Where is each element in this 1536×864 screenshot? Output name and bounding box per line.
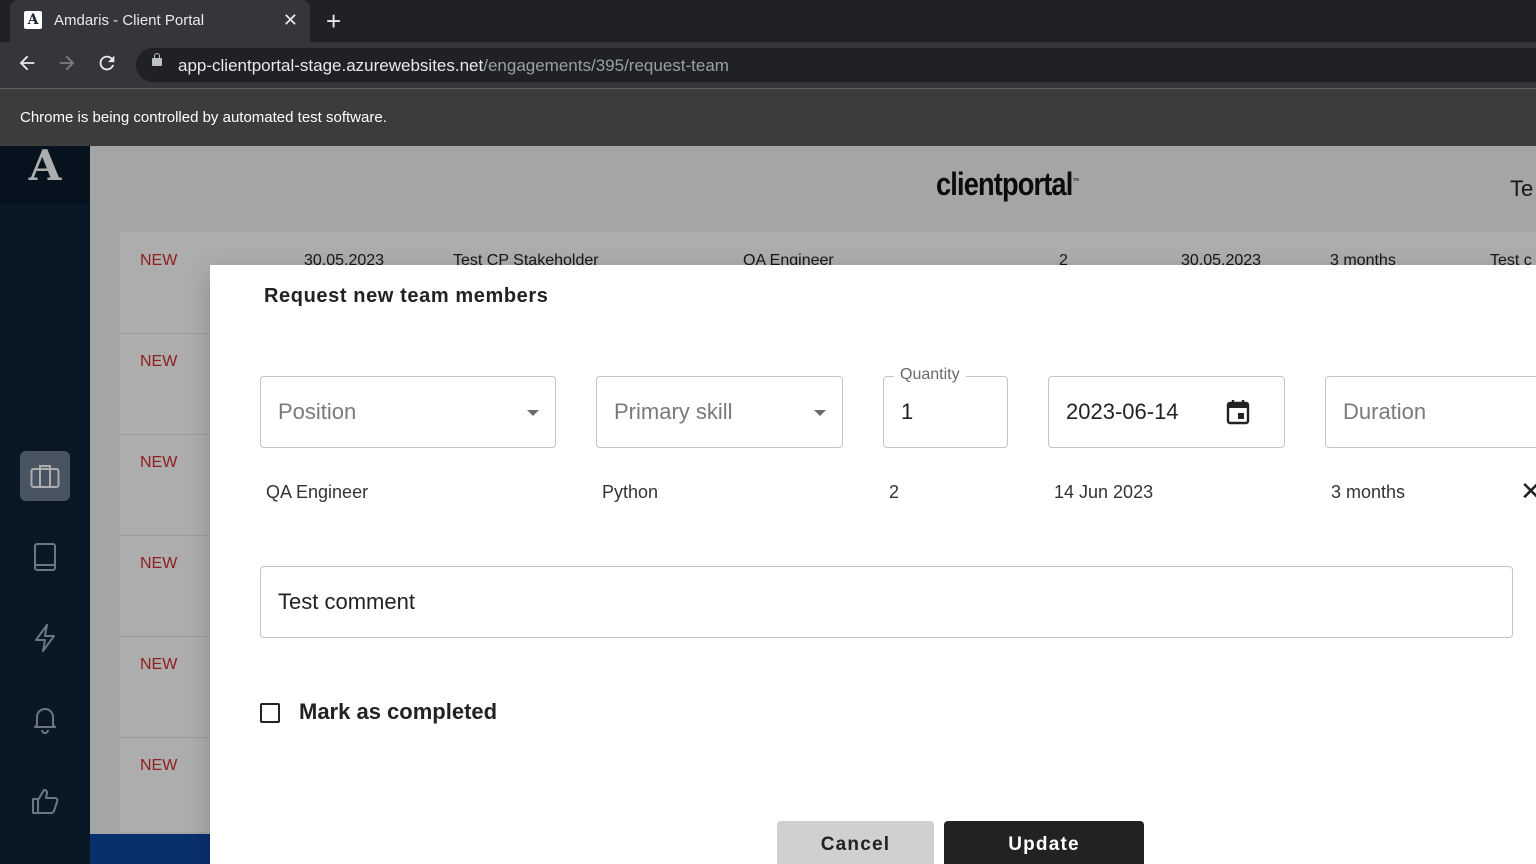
start-date-field[interactable]: 2023-06-14 bbox=[1048, 376, 1285, 448]
duration-placeholder: Duration bbox=[1343, 399, 1427, 424]
tab-close-icon[interactable]: ✕ bbox=[283, 10, 298, 31]
primary-skill-select[interactable]: Primary skill bbox=[596, 376, 843, 448]
comment-value: Test comment bbox=[278, 589, 415, 614]
entry-skill: Python bbox=[602, 482, 659, 502]
automation-infobar: Chrome is being controlled by automated … bbox=[0, 88, 1536, 146]
duration-select[interactable]: Duration bbox=[1325, 376, 1536, 448]
url-text: app-clientportal-stage.azurewebsites.net… bbox=[178, 56, 729, 75]
request-team-dialog: Request new team members Position Primar… bbox=[210, 265, 1536, 864]
browser-tab[interactable]: A Amdaris - Client Portal ✕ bbox=[10, 0, 310, 42]
reload-icon[interactable] bbox=[96, 52, 118, 79]
date-value: 2023-06-14 bbox=[1066, 399, 1179, 424]
infobar-text: Chrome is being controlled by automated … bbox=[20, 109, 387, 126]
remove-entry-icon[interactable]: ✕ bbox=[1520, 476, 1536, 507]
position-select[interactable]: Position bbox=[260, 376, 556, 448]
update-button[interactable]: Update bbox=[944, 821, 1144, 864]
chevron-down-icon bbox=[814, 410, 826, 416]
chevron-down-icon bbox=[527, 410, 539, 416]
back-icon[interactable] bbox=[16, 52, 38, 79]
entry-duration: 3 months bbox=[1331, 482, 1406, 502]
quantity-value: 1 bbox=[901, 399, 914, 424]
lock-icon bbox=[152, 53, 162, 66]
dialog-title: Request new team members bbox=[264, 285, 549, 307]
primary-skill-placeholder: Primary skill bbox=[614, 399, 733, 424]
calendar-icon[interactable] bbox=[1226, 399, 1250, 430]
new-tab-icon[interactable]: + bbox=[326, 6, 341, 37]
entry-quantity: 2 bbox=[889, 482, 900, 502]
forward-icon[interactable] bbox=[56, 52, 78, 79]
cancel-button[interactable]: Cancel bbox=[777, 821, 934, 864]
entry-position: QA Engineer bbox=[266, 482, 369, 502]
quantity-field[interactable]: Quantity 1 bbox=[883, 366, 1008, 448]
address-bar[interactable]: app-clientportal-stage.azurewebsites.net… bbox=[136, 48, 1536, 82]
entry-date: 14 Jun 2023 bbox=[1054, 482, 1154, 502]
browser-tab-bar: A Amdaris - Client Portal ✕ + bbox=[0, 0, 1536, 42]
tab-title: Amdaris - Client Portal bbox=[54, 12, 205, 29]
app: A clientportal™ Te NEW 30.05.2023 Test C… bbox=[0, 146, 1536, 864]
mark-completed-label[interactable]: Mark as completed bbox=[299, 699, 497, 725]
favicon-icon: A bbox=[24, 11, 42, 29]
mark-completed-checkbox[interactable] bbox=[260, 703, 280, 723]
browser-toolbar: app-clientportal-stage.azurewebsites.net… bbox=[0, 42, 1536, 88]
position-placeholder: Position bbox=[278, 399, 357, 424]
comment-field[interactable]: Test comment bbox=[260, 566, 1513, 638]
quantity-label: Quantity bbox=[894, 366, 966, 384]
